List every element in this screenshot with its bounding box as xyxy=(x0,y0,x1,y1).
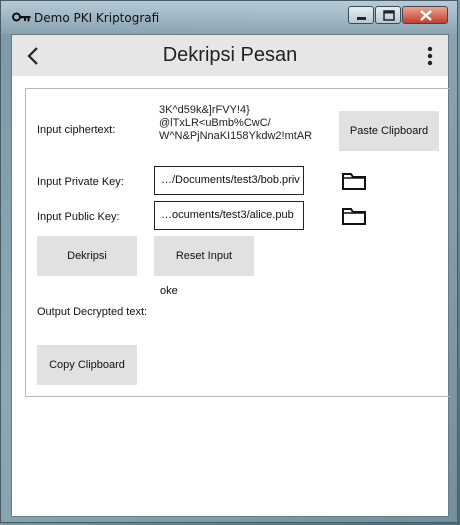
maximize-button[interactable] xyxy=(375,6,401,24)
key-icon xyxy=(12,12,31,22)
copy-clipboard-button[interactable]: Copy Clipboard xyxy=(37,345,137,385)
app-bar: Dekripsi Pesan xyxy=(12,35,448,76)
ciphertext-line: @lTxLR<uBmb%CwC/ xyxy=(159,117,271,129)
decrypt-button[interactable]: Dekripsi xyxy=(37,236,137,276)
minimize-icon xyxy=(357,17,366,20)
window-title: Demo PKI Kriptografi xyxy=(34,11,160,25)
more-vertical-icon[interactable] xyxy=(420,44,440,68)
maximize-icon xyxy=(383,10,395,21)
title-bar[interactable]: Demo PKI Kriptografi xyxy=(1,1,457,34)
private-key-label: Input Private Key: xyxy=(37,176,124,188)
output-label: Output Decrypted text: xyxy=(37,306,148,318)
decrypt-form: Input ciphertext: 3K^d59k&]rFVY!4} @lTxL… xyxy=(25,88,450,397)
private-key-field[interactable]: …/Documents/test3/bob.priv xyxy=(154,166,304,195)
close-button[interactable] xyxy=(402,6,448,24)
reset-input-button[interactable]: Reset Input xyxy=(154,236,254,276)
ciphertext-label: Input ciphertext: xyxy=(37,124,116,136)
status-text: oke xyxy=(160,285,178,297)
folder-icon[interactable] xyxy=(341,171,367,191)
ciphertext-line: 3K^d59k&]rFVY!4} xyxy=(159,104,250,116)
minimize-button[interactable] xyxy=(348,6,374,24)
ciphertext-line: W^N&PjNnaKI158Ykdw2!mtAR xyxy=(159,130,313,142)
page-title: Dekripsi Pesan xyxy=(162,44,298,66)
paste-clipboard-button[interactable]: Paste Clipboard xyxy=(339,111,439,151)
folder-icon[interactable] xyxy=(341,206,367,226)
app-content: Dekripsi Pesan Input ciphertext: 3K^d59k… xyxy=(11,34,450,517)
public-key-label: Input Public Key: xyxy=(37,211,120,223)
ciphertext-value: 3K^d59k&]rFVY!4} @lTxLR<uBmb%CwC/ W^N&Pj… xyxy=(159,104,312,143)
close-icon xyxy=(420,10,432,21)
public-key-field[interactable]: …ocuments/test3/alice.pub xyxy=(154,201,304,230)
app-window: Demo PKI Kriptografi Dekripsi Pesan Inpu… xyxy=(0,0,458,523)
